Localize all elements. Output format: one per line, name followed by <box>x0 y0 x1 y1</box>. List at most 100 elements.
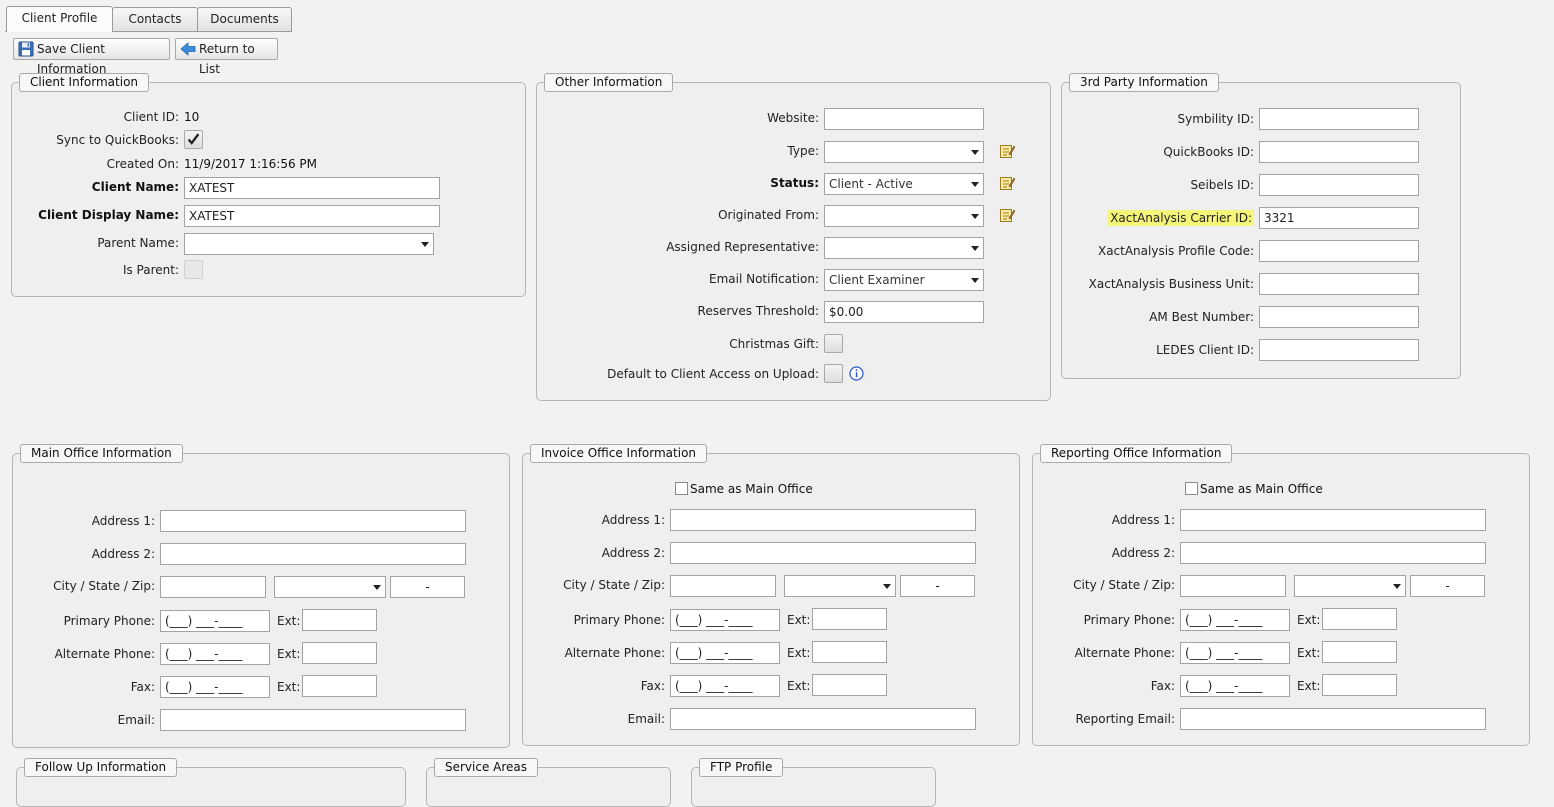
reporting-office-title: Reporting Office Information <box>1040 444 1233 463</box>
reporting-address2-label: Address 2: <box>1111 546 1175 560</box>
return-to-list-label: Return to List <box>199 42 255 76</box>
edit-list-icon[interactable] <box>999 175 1015 191</box>
client-id-value: 10 <box>184 110 200 124</box>
main-address2-input[interactable] <box>160 543 466 565</box>
christmas-gift-checkbox[interactable] <box>824 334 843 353</box>
reporting-alternate-phone-label: Alternate Phone: <box>1074 646 1175 660</box>
save-client-button[interactable]: Save Client Information <box>13 38 170 76</box>
status-label: Status: <box>770 176 819 190</box>
main-alternate-ext-label: Ext: <box>277 647 301 661</box>
originated-from-select[interactable] <box>824 205 984 227</box>
invoice-address1-input[interactable] <box>670 509 976 531</box>
main-alternate-phone-input[interactable]: (___) ___-____ <box>160 643 270 665</box>
reporting-city-input[interactable] <box>1180 575 1286 597</box>
main-zip-input[interactable]: - <box>390 576 465 598</box>
reporting-alternate-phone-input[interactable]: (___) ___-____ <box>1180 642 1290 664</box>
symbility-id-label: Symbility ID: <box>1177 112 1254 126</box>
quickbooks-id-input[interactable] <box>1259 141 1419 163</box>
invoice-fax-input[interactable]: (___) ___-____ <box>670 675 780 697</box>
reserves-threshold-input[interactable]: $0.00 <box>824 301 984 323</box>
chevron-down-icon <box>971 278 979 283</box>
xactanalysis-profile-code-input[interactable] <box>1259 240 1419 262</box>
reporting-alternate-ext-input[interactable] <box>1322 641 1397 663</box>
tab-label: Documents <box>210 12 279 26</box>
type-select[interactable] <box>824 141 984 163</box>
xactanalysis-carrier-id-label: XactAnalysis Carrier ID: <box>1070 210 1254 226</box>
tab-label: Contacts <box>128 12 182 26</box>
client-display-name-input[interactable]: XATEST <box>184 205 440 227</box>
invoice-primary-ext-input[interactable] <box>812 608 887 630</box>
main-city-state-zip-label: City / State / Zip: <box>53 579 155 593</box>
main-fax-input[interactable]: (___) ___-____ <box>160 676 270 698</box>
tab-contacts[interactable]: Contacts <box>112 7 198 31</box>
main-email-label: Email: <box>117 713 155 727</box>
is-parent-label: Is Parent: <box>122 263 179 277</box>
reporting-address1-input[interactable] <box>1180 509 1486 531</box>
tab-documents[interactable]: Documents <box>197 7 292 31</box>
xactanalysis-carrier-id-input[interactable]: 3321 <box>1259 207 1419 229</box>
default-client-access-checkbox[interactable] <box>824 364 843 383</box>
reporting-fax-ext-input[interactable] <box>1322 674 1397 696</box>
main-office-group: Main Office Information <box>12 444 510 748</box>
parent-name-select[interactable] <box>184 233 434 255</box>
edit-list-icon[interactable] <box>999 207 1015 223</box>
website-input[interactable] <box>824 108 984 130</box>
highlighted-label-text: XactAnalysis Carrier ID: <box>1108 210 1254 226</box>
invoice-city-input[interactable] <box>670 575 776 597</box>
main-fax-ext-label: Ext: <box>277 680 301 694</box>
status-select[interactable]: Client - Active <box>824 173 984 195</box>
main-alternate-ext-input[interactable] <box>302 642 377 664</box>
invoice-primary-phone-input[interactable]: (___) ___-____ <box>670 609 780 631</box>
invoice-primary-ext-label: Ext: <box>787 613 811 627</box>
email-notification-select[interactable]: Client Examiner <box>824 269 984 291</box>
main-primary-ext-input[interactable] <box>302 609 377 631</box>
reporting-office-group: Reporting Office Information <box>1032 444 1530 746</box>
invoice-address2-input[interactable] <box>670 542 976 564</box>
invoice-alternate-phone-input[interactable]: (___) ___-____ <box>670 642 780 664</box>
main-email-input[interactable] <box>160 709 466 731</box>
seibels-id-input[interactable] <box>1259 174 1419 196</box>
info-icon[interactable] <box>849 366 864 381</box>
reporting-fax-input[interactable]: (___) ___-____ <box>1180 675 1290 697</box>
reporting-email-input[interactable] <box>1180 708 1486 730</box>
invoice-alternate-ext-input[interactable] <box>812 641 887 663</box>
sync-quickbooks-checkbox[interactable] <box>184 130 203 149</box>
reporting-address2-input[interactable] <box>1180 542 1486 564</box>
reporting-primary-phone-input[interactable]: (___) ___-____ <box>1180 609 1290 631</box>
main-state-select[interactable] <box>274 576 386 598</box>
reporting-state-select[interactable] <box>1294 575 1406 597</box>
return-to-list-button[interactable]: Return to List <box>175 38 278 76</box>
invoice-same-as-main-checkbox[interactable] <box>675 482 688 495</box>
follow-up-group: Follow Up Information <box>16 758 406 807</box>
reporting-zip-input[interactable]: - <box>1410 575 1485 597</box>
invoice-zip-input[interactable]: - <box>900 575 975 597</box>
main-primary-phone-input[interactable]: (___) ___-____ <box>160 610 270 632</box>
main-address1-input[interactable] <box>160 510 466 532</box>
invoice-fax-ext-input[interactable] <box>812 674 887 696</box>
client-name-label: Client Name: <box>91 180 179 194</box>
reporting-same-as-main-checkbox[interactable] <box>1185 482 1198 495</box>
symbility-id-input[interactable] <box>1259 108 1419 130</box>
chevron-down-icon <box>971 182 979 187</box>
email-notification-label: Email Notification: <box>708 272 819 286</box>
tab-client-profile[interactable]: Client Profile <box>6 6 113 32</box>
service-areas-title: Service Areas <box>434 758 539 777</box>
invoice-email-label: Email: <box>627 712 665 726</box>
edit-list-icon[interactable] <box>999 143 1015 159</box>
chevron-down-icon <box>883 584 891 589</box>
xactanalysis-business-unit-input[interactable] <box>1259 273 1419 295</box>
am-best-number-input[interactable] <box>1259 306 1419 328</box>
main-fax-ext-input[interactable] <box>302 675 377 697</box>
reporting-primary-ext-input[interactable] <box>1322 608 1397 630</box>
status-value: Client - Active <box>829 177 913 191</box>
invoice-email-input[interactable] <box>670 708 976 730</box>
invoice-state-select[interactable] <box>784 575 896 597</box>
client-name-input[interactable]: XATEST <box>184 177 440 199</box>
main-fax-label: Fax: <box>130 680 155 694</box>
ledes-client-id-input[interactable] <box>1259 339 1419 361</box>
invoice-fax-ext-label: Ext: <box>787 679 811 693</box>
invoice-address1-label: Address 1: <box>601 513 665 527</box>
assigned-representative-select[interactable] <box>824 237 984 259</box>
main-city-input[interactable] <box>160 576 266 598</box>
invoice-address2-label: Address 2: <box>601 546 665 560</box>
